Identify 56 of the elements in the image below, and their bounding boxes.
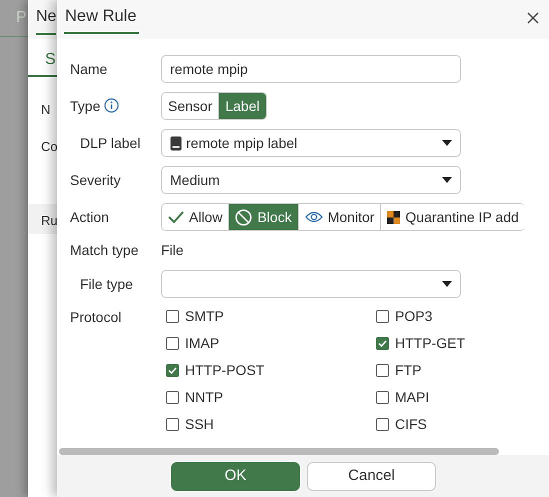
checkbox-label[interactable]: SSH <box>185 414 214 434</box>
dialog-title: New Rule <box>64 6 139 34</box>
checkbox-label[interactable]: MAPI <box>395 386 430 408</box>
caret-icon <box>442 177 452 183</box>
scrollbar[interactable] <box>59 448 499 455</box>
checkbox-label[interactable]: FTP <box>395 360 422 380</box>
toggle-option[interactable]: Sensor <box>162 93 220 119</box>
field-label: Type <box>70 98 100 114</box>
close-icon[interactable] <box>527 12 539 24</box>
prohibited-icon <box>235 208 252 226</box>
field-label: N <box>41 101 50 119</box>
checkbox-label[interactable]: CIFS <box>395 414 427 434</box>
field-label: File type <box>79 274 134 294</box>
caret-icon <box>442 140 452 146</box>
checkbox-label[interactable]: POP3 <box>395 306 432 326</box>
check-icon <box>168 366 177 374</box>
section-title: Ru <box>41 213 58 228</box>
checkbox[interactable] <box>376 364 389 376</box>
checkbox[interactable] <box>166 418 179 430</box>
field-label: DLP label <box>79 134 142 152</box>
checkbox[interactable] <box>166 310 179 322</box>
field-value: File <box>161 241 184 260</box>
text-field[interactable]: remote mpip <box>161 55 461 83</box>
check-icon <box>168 211 184 223</box>
field-label: Co <box>41 138 58 156</box>
checkbox[interactable] <box>376 418 389 430</box>
caret-icon <box>442 281 452 287</box>
checkbox[interactable] <box>166 364 179 376</box>
quarantine-icon <box>387 210 400 224</box>
checkbox-label[interactable]: SMTP <box>185 306 224 326</box>
action-option[interactable]: Allow <box>162 204 230 230</box>
cancel-button[interactable]: Cancel <box>307 462 436 491</box>
field-label: Action <box>70 208 110 226</box>
field-label: Name <box>70 60 108 78</box>
field-label: Severity <box>70 170 122 190</box>
checkbox[interactable] <box>166 336 179 350</box>
checkbox[interactable] <box>376 310 389 322</box>
checkbox[interactable] <box>376 390 389 404</box>
eye-icon <box>304 211 323 223</box>
dropdown[interactable]: remote mpip label <box>161 129 461 157</box>
dropdown[interactable]: Medium <box>161 166 461 194</box>
book-icon <box>170 136 182 150</box>
toggle-option[interactable]: Label <box>219 93 266 119</box>
field-label: Protocol <box>70 308 122 327</box>
checkbox-label[interactable]: NNTP <box>185 386 224 408</box>
checkbox[interactable] <box>166 390 179 404</box>
action-option[interactable]: Block <box>229 204 299 230</box>
ok-button[interactable]: OK <box>171 462 300 491</box>
checkbox[interactable] <box>376 336 389 350</box>
tab[interactable]: S <box>45 48 56 72</box>
check-icon <box>378 340 387 346</box>
checkbox-label[interactable]: IMAP <box>185 332 220 354</box>
checkbox-label[interactable]: HTTP-GET <box>395 332 465 354</box>
field-label: Match type <box>70 241 140 260</box>
checkbox-label[interactable]: HTTP-POST <box>185 360 264 380</box>
info-icon[interactable] <box>104 98 120 112</box>
